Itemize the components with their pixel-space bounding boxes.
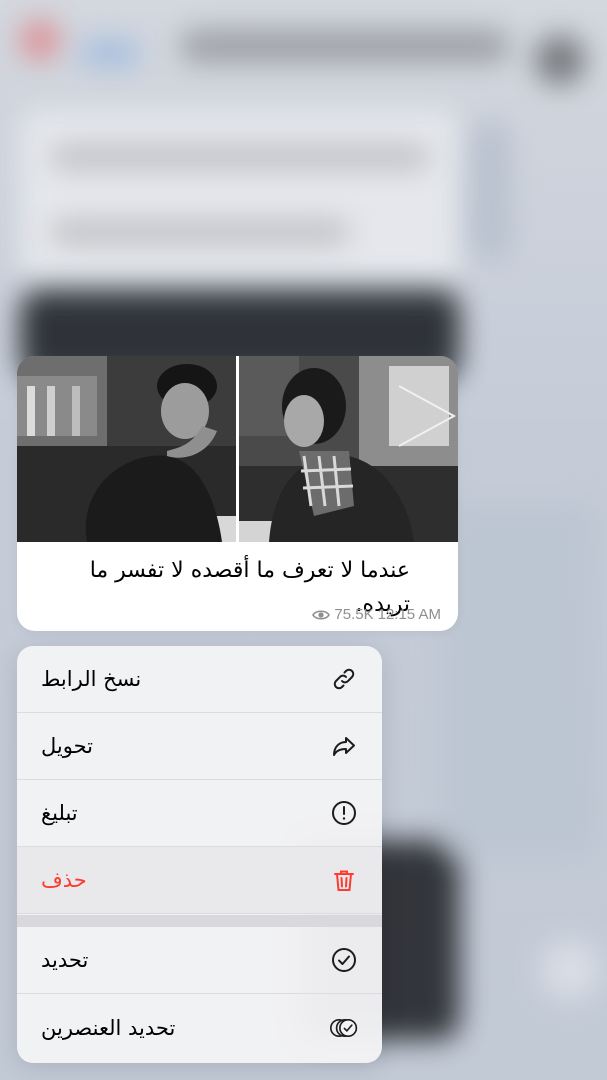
menu-item-select[interactable]: تحديد: [17, 927, 382, 994]
menu-item-copy-link[interactable]: نسخ الرابط: [17, 646, 382, 713]
link-icon: [330, 665, 358, 693]
report-icon: [330, 799, 358, 827]
trash-icon: [330, 866, 358, 894]
menu-item-report[interactable]: تبليغ: [17, 780, 382, 847]
photo-grid: [17, 356, 458, 542]
menu-item-select-both[interactable]: تحديد العنصرين: [17, 994, 382, 1061]
view-count: 75.5K: [334, 606, 374, 623]
menu-separator: [17, 915, 382, 927]
menu-item-forward[interactable]: تحويل: [17, 713, 382, 780]
context-menu: نسخ الرابط تحويل تبليغ حذف تحديد تحديد ا…: [17, 646, 382, 1063]
message-time: 12:15 AM: [377, 606, 441, 623]
menu-item-label: نسخ الرابط: [41, 667, 142, 691]
menu-item-label: تبليغ: [41, 801, 78, 825]
photo-left[interactable]: [17, 356, 236, 542]
forward-icon: [330, 732, 358, 760]
menu-item-label: تحويل: [41, 734, 93, 758]
double-check-circle-icon: [330, 1014, 358, 1042]
photo-right[interactable]: [239, 356, 458, 542]
message-meta: 75.5K 12:15 AM: [312, 606, 441, 623]
eye-icon: [312, 609, 331, 620]
checkmark-circle-icon: [330, 946, 358, 974]
menu-item-label: تحديد: [41, 948, 89, 972]
menu-item-delete[interactable]: حذف: [17, 847, 382, 914]
message-bubble[interactable]: عندما لا تعرف ما أقصده لا تفسر ما تريده.…: [17, 356, 458, 631]
menu-item-label: تحديد العنصرين: [41, 1015, 176, 1040]
menu-item-label: حذف: [41, 868, 87, 892]
